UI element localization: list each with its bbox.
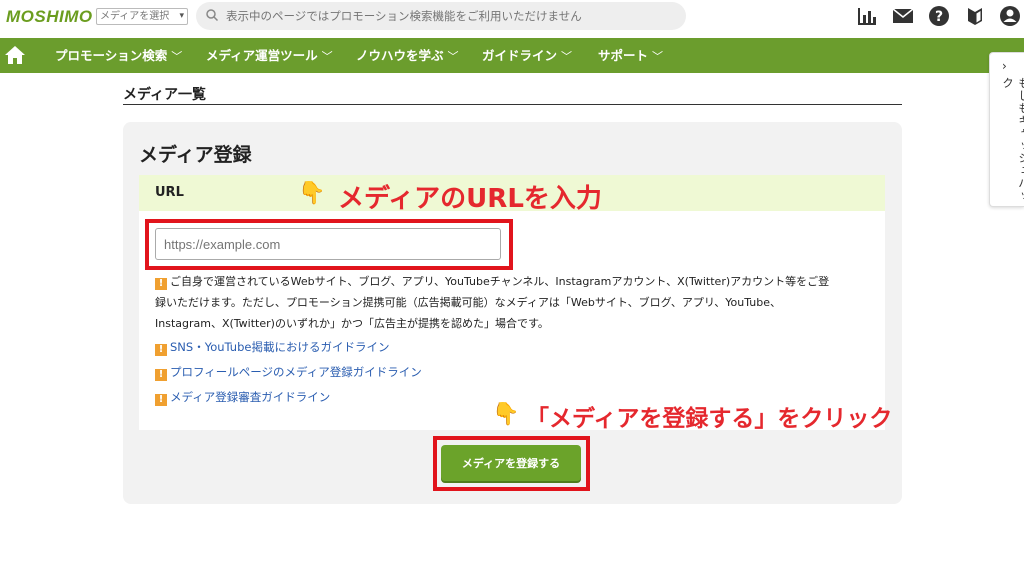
nav-item-label: ガイドライン: [482, 48, 558, 63]
media-select-value: メディアを選択: [100, 11, 170, 22]
url-label: URL: [155, 185, 184, 200]
chevron-down-icon: ﹀: [652, 50, 664, 63]
nav-item-label: メディア運営ツール: [206, 48, 318, 63]
nav-item-support[interactable]: サポート ﹀: [598, 38, 663, 73]
url-input[interactable]: [155, 228, 501, 260]
nav-item-label: プロモーション検索: [55, 48, 168, 63]
pointing-hand-icon: 👇: [492, 402, 520, 427]
sns-youtube-guideline-link[interactable]: ! SNS・YouTube掲載におけるガイドライン: [155, 339, 389, 356]
chevron-down-icon: ﹀: [171, 50, 183, 63]
review-guideline-link[interactable]: ! メディア登録審査ガイドライン: [155, 389, 330, 406]
warning-icon: !: [155, 278, 167, 290]
moshimo-logo[interactable]: MOSHIMO: [6, 7, 93, 27]
form-title: メディア登録: [139, 144, 252, 166]
nav-item-guidelines[interactable]: ガイドライン ﹀: [482, 38, 572, 73]
input-hint-annotation: メディアのURLを入力: [338, 184, 602, 214]
beginner-icon[interactable]: [964, 5, 986, 27]
user-icon[interactable]: [999, 5, 1021, 27]
warning-icon: !: [155, 344, 167, 356]
side-tab-label: もしもキャッシュバック: [1001, 77, 1024, 202]
media-select[interactable]: メディアを選択 ▾: [96, 8, 188, 25]
title-divider: [123, 104, 902, 105]
register-media-button[interactable]: メディアを登録する: [441, 445, 581, 481]
mail-icon[interactable]: [892, 5, 914, 27]
nav-item-label: サポート: [598, 48, 649, 63]
pointing-hand-icon: 👇: [298, 181, 326, 206]
chevron-right-icon: ›: [1002, 59, 1007, 73]
page-title: メディア一覧: [123, 87, 207, 103]
form-note-line-1: ! ご自身で運営されているWebサイト、ブログ、アプリ、YouTubeチャンネル、…: [155, 271, 829, 292]
chevron-down-icon: ▾: [179, 11, 184, 21]
cashback-side-tab[interactable]: › もしもキャッシュバック: [989, 52, 1024, 207]
button-hint-annotation: 「メディアを登録する」をクリック: [526, 406, 893, 432]
top-bar: MOSHIMO メディアを選択 ▾ ?: [0, 0, 1024, 38]
warning-icon: !: [155, 394, 167, 406]
home-icon[interactable]: [4, 44, 26, 66]
chevron-down-icon: ﹀: [447, 50, 459, 63]
warning-icon: !: [155, 369, 167, 381]
nav-item-knowhow[interactable]: ノウハウを学ぶ ﹀: [356, 38, 459, 73]
profile-guideline-link[interactable]: ! プロフィールページのメディア登録ガイドライン: [155, 364, 422, 381]
search-bar[interactable]: [196, 2, 686, 30]
form-note-line-2: 録いただけます。ただし、プロモーション提携可能（広告掲載可能）なメディアは「We…: [155, 296, 781, 309]
svg-text:?: ?: [935, 9, 943, 25]
help-icon[interactable]: ?: [928, 5, 950, 27]
chevron-down-icon: ﹀: [321, 50, 333, 63]
main-nav: プロモーション検索 ﹀ メディア運営ツール ﹀ ノウハウを学ぶ ﹀ ガイドライン ﹀ サ…: [0, 38, 1024, 73]
nav-item-media-tools[interactable]: メディア運営ツール ﹀: [206, 38, 333, 73]
form-note-line-3: Instagram、X(Twitter)のいずれか」かつ「広告主が提携を認めた」…: [155, 317, 549, 330]
report-icon[interactable]: [856, 5, 878, 27]
search-icon: [206, 9, 219, 22]
nav-item-label: ノウハウを学ぶ: [356, 48, 444, 63]
chevron-down-icon: ﹀: [561, 50, 573, 63]
nav-item-promotion-search[interactable]: プロモーション検索 ﹀: [55, 38, 182, 73]
search-input[interactable]: [224, 6, 674, 26]
